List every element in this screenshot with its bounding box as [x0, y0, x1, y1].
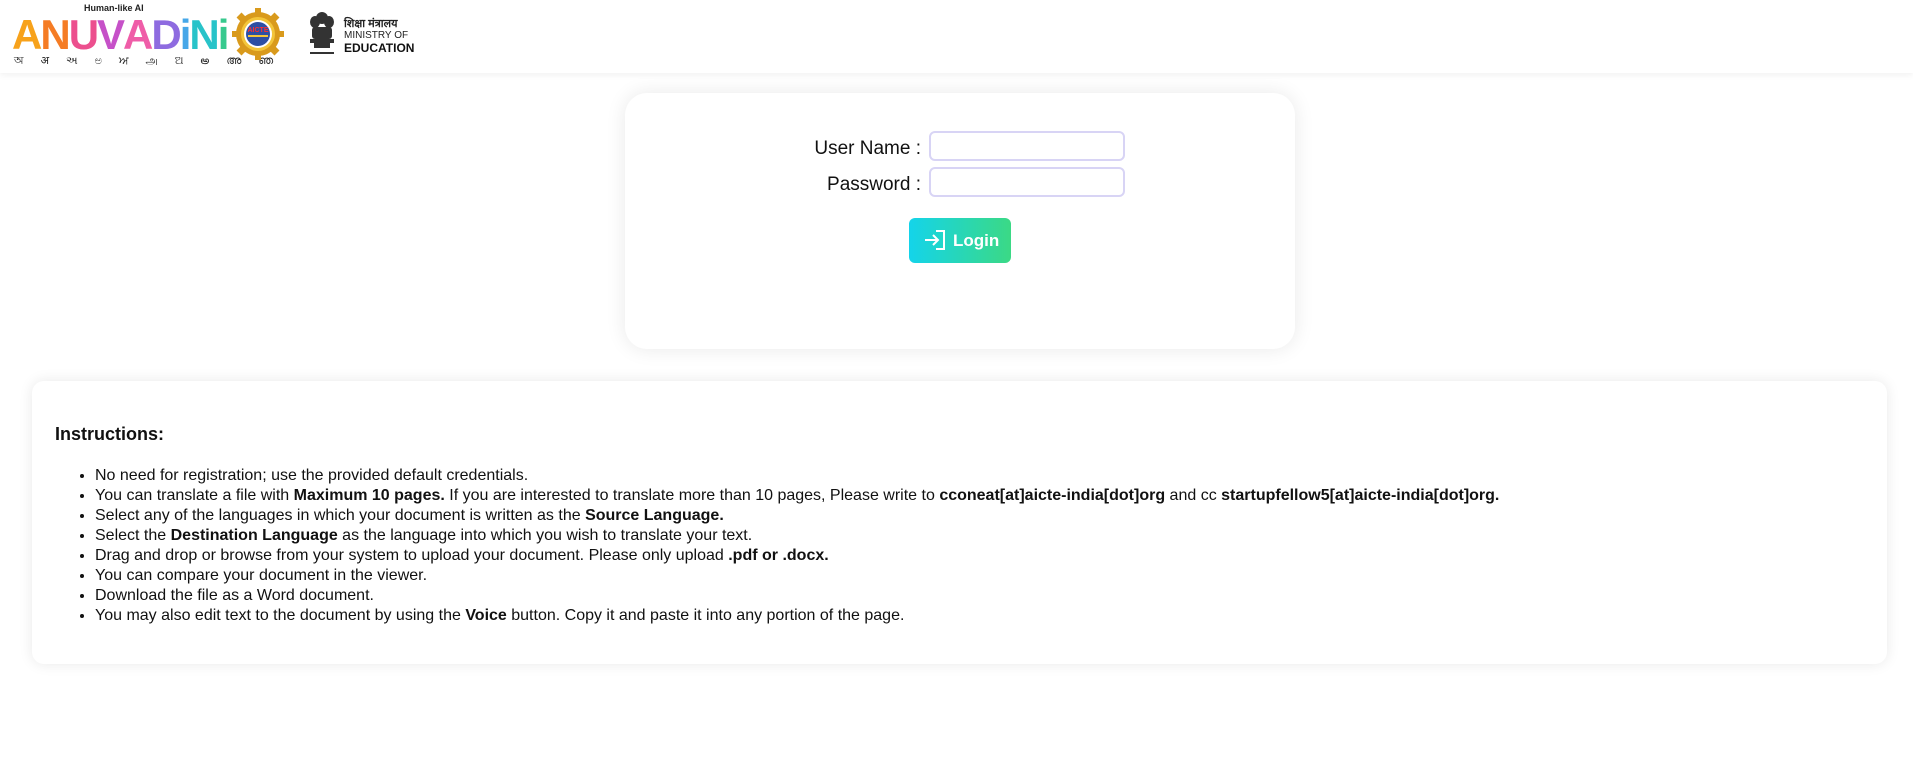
- aicte-gear-icon: AICTE: [232, 8, 284, 60]
- instruction-item: You can translate a file with Maximum 10…: [95, 486, 1895, 506]
- instruction-text: You may also edit text to the document b…: [95, 607, 466, 624]
- password-label: Password :: [827, 174, 921, 195]
- login-icon: [925, 230, 945, 250]
- instruction-emphasis: Destination Language: [170, 527, 338, 544]
- ministry-line2: EDUCATION: [344, 41, 415, 55]
- login-button-label: Login: [953, 231, 1000, 250]
- instructions-title: Instructions:: [55, 424, 165, 444]
- instruction-emphasis: .pdf or .docx.: [728, 547, 829, 564]
- instruction-text: You can translate a file with: [95, 487, 294, 504]
- instruction-text: No need for registration; use the provid…: [95, 467, 529, 484]
- username-input[interactable]: [929, 131, 1125, 161]
- brand-letter: U: [68, 11, 99, 58]
- instruction-item: Drag and drop or browse from your system…: [95, 546, 1895, 566]
- password-row: Password :: [625, 167, 1295, 199]
- instructions-card: Instructions: No need for registration; …: [32, 381, 1887, 664]
- national-emblem-icon: [310, 12, 334, 54]
- brand-letter: i: [217, 11, 230, 58]
- instruction-text: and cc: [1165, 487, 1222, 504]
- instruction-text: button. Copy it and paste it into any po…: [506, 607, 905, 624]
- instruction-text: If you are interested to translate more …: [444, 487, 940, 504]
- brand-letter: A: [12, 11, 42, 58]
- login-button[interactable]: Login: [909, 218, 1011, 263]
- aicte-logo-text: AICTE: [248, 27, 269, 34]
- instruction-item: You can compare your document in the vie…: [95, 566, 1895, 586]
- instruction-text: You can compare your document in the vie…: [95, 567, 428, 584]
- instruction-text: Drag and drop or browse from your system…: [95, 547, 729, 564]
- brand-letter: D: [151, 11, 181, 58]
- username-label: User Name :: [814, 138, 921, 159]
- instruction-item: Download the file as a Word document.: [95, 586, 1895, 606]
- instruction-text: Select the: [95, 527, 171, 544]
- brand-letter: N: [189, 11, 219, 58]
- brand-name: ANUVADiNi: [12, 11, 230, 58]
- instruction-emphasis: cconeat[at]aicte-india[dot]org: [939, 487, 1166, 504]
- login-card: User Name : Password : Login: [625, 93, 1295, 349]
- brand-letter: V: [97, 11, 125, 58]
- aicte-logo[interactable]: AICTE: [232, 8, 284, 60]
- password-input[interactable]: [929, 167, 1125, 197]
- ministry-hindi-text: शिक्षा मंत्रालय: [344, 18, 398, 30]
- ministry-of-education-logo[interactable]: शिक्षा मंत्रालय MINISTRY OF EDUCATION: [308, 10, 418, 60]
- brand-letter: A: [123, 11, 153, 58]
- instruction-text: Select any of the languages in which you…: [95, 507, 586, 524]
- anuvadini-logo[interactable]: Human-like AI ANUVADiNi অ अ અ ಅ ਅ அ ଅ అ …: [12, 3, 273, 67]
- instruction-item: Select the Destination Language as the l…: [95, 526, 1895, 546]
- instruction-text: as the language into which you wish to t…: [337, 527, 753, 544]
- top-header: Human-like AI ANUVADiNi অ अ અ ಅ ਅ அ ଅ అ …: [0, 0, 1913, 73]
- instruction-item: No need for registration; use the provid…: [95, 466, 1895, 486]
- instruction-emphasis: Maximum 10 pages.: [293, 487, 445, 504]
- instruction-item: Select any of the languages in which you…: [95, 506, 1895, 526]
- instruction-emphasis: startupfellow5[at]aicte-india[dot]org.: [1221, 487, 1500, 504]
- username-row: User Name :: [625, 131, 1295, 163]
- instruction-item: You may also edit text to the document b…: [95, 606, 1895, 626]
- brand-letter: N: [40, 11, 70, 58]
- instruction-text: Download the file as a Word document.: [95, 587, 374, 604]
- instructions-list: No need for registration; use the provid…: [55, 466, 1895, 626]
- brand-letter: i: [179, 11, 192, 58]
- ministry-line1: MINISTRY OF: [344, 30, 409, 41]
- instruction-emphasis: Source Language.: [585, 507, 724, 524]
- instruction-emphasis: Voice: [465, 607, 507, 624]
